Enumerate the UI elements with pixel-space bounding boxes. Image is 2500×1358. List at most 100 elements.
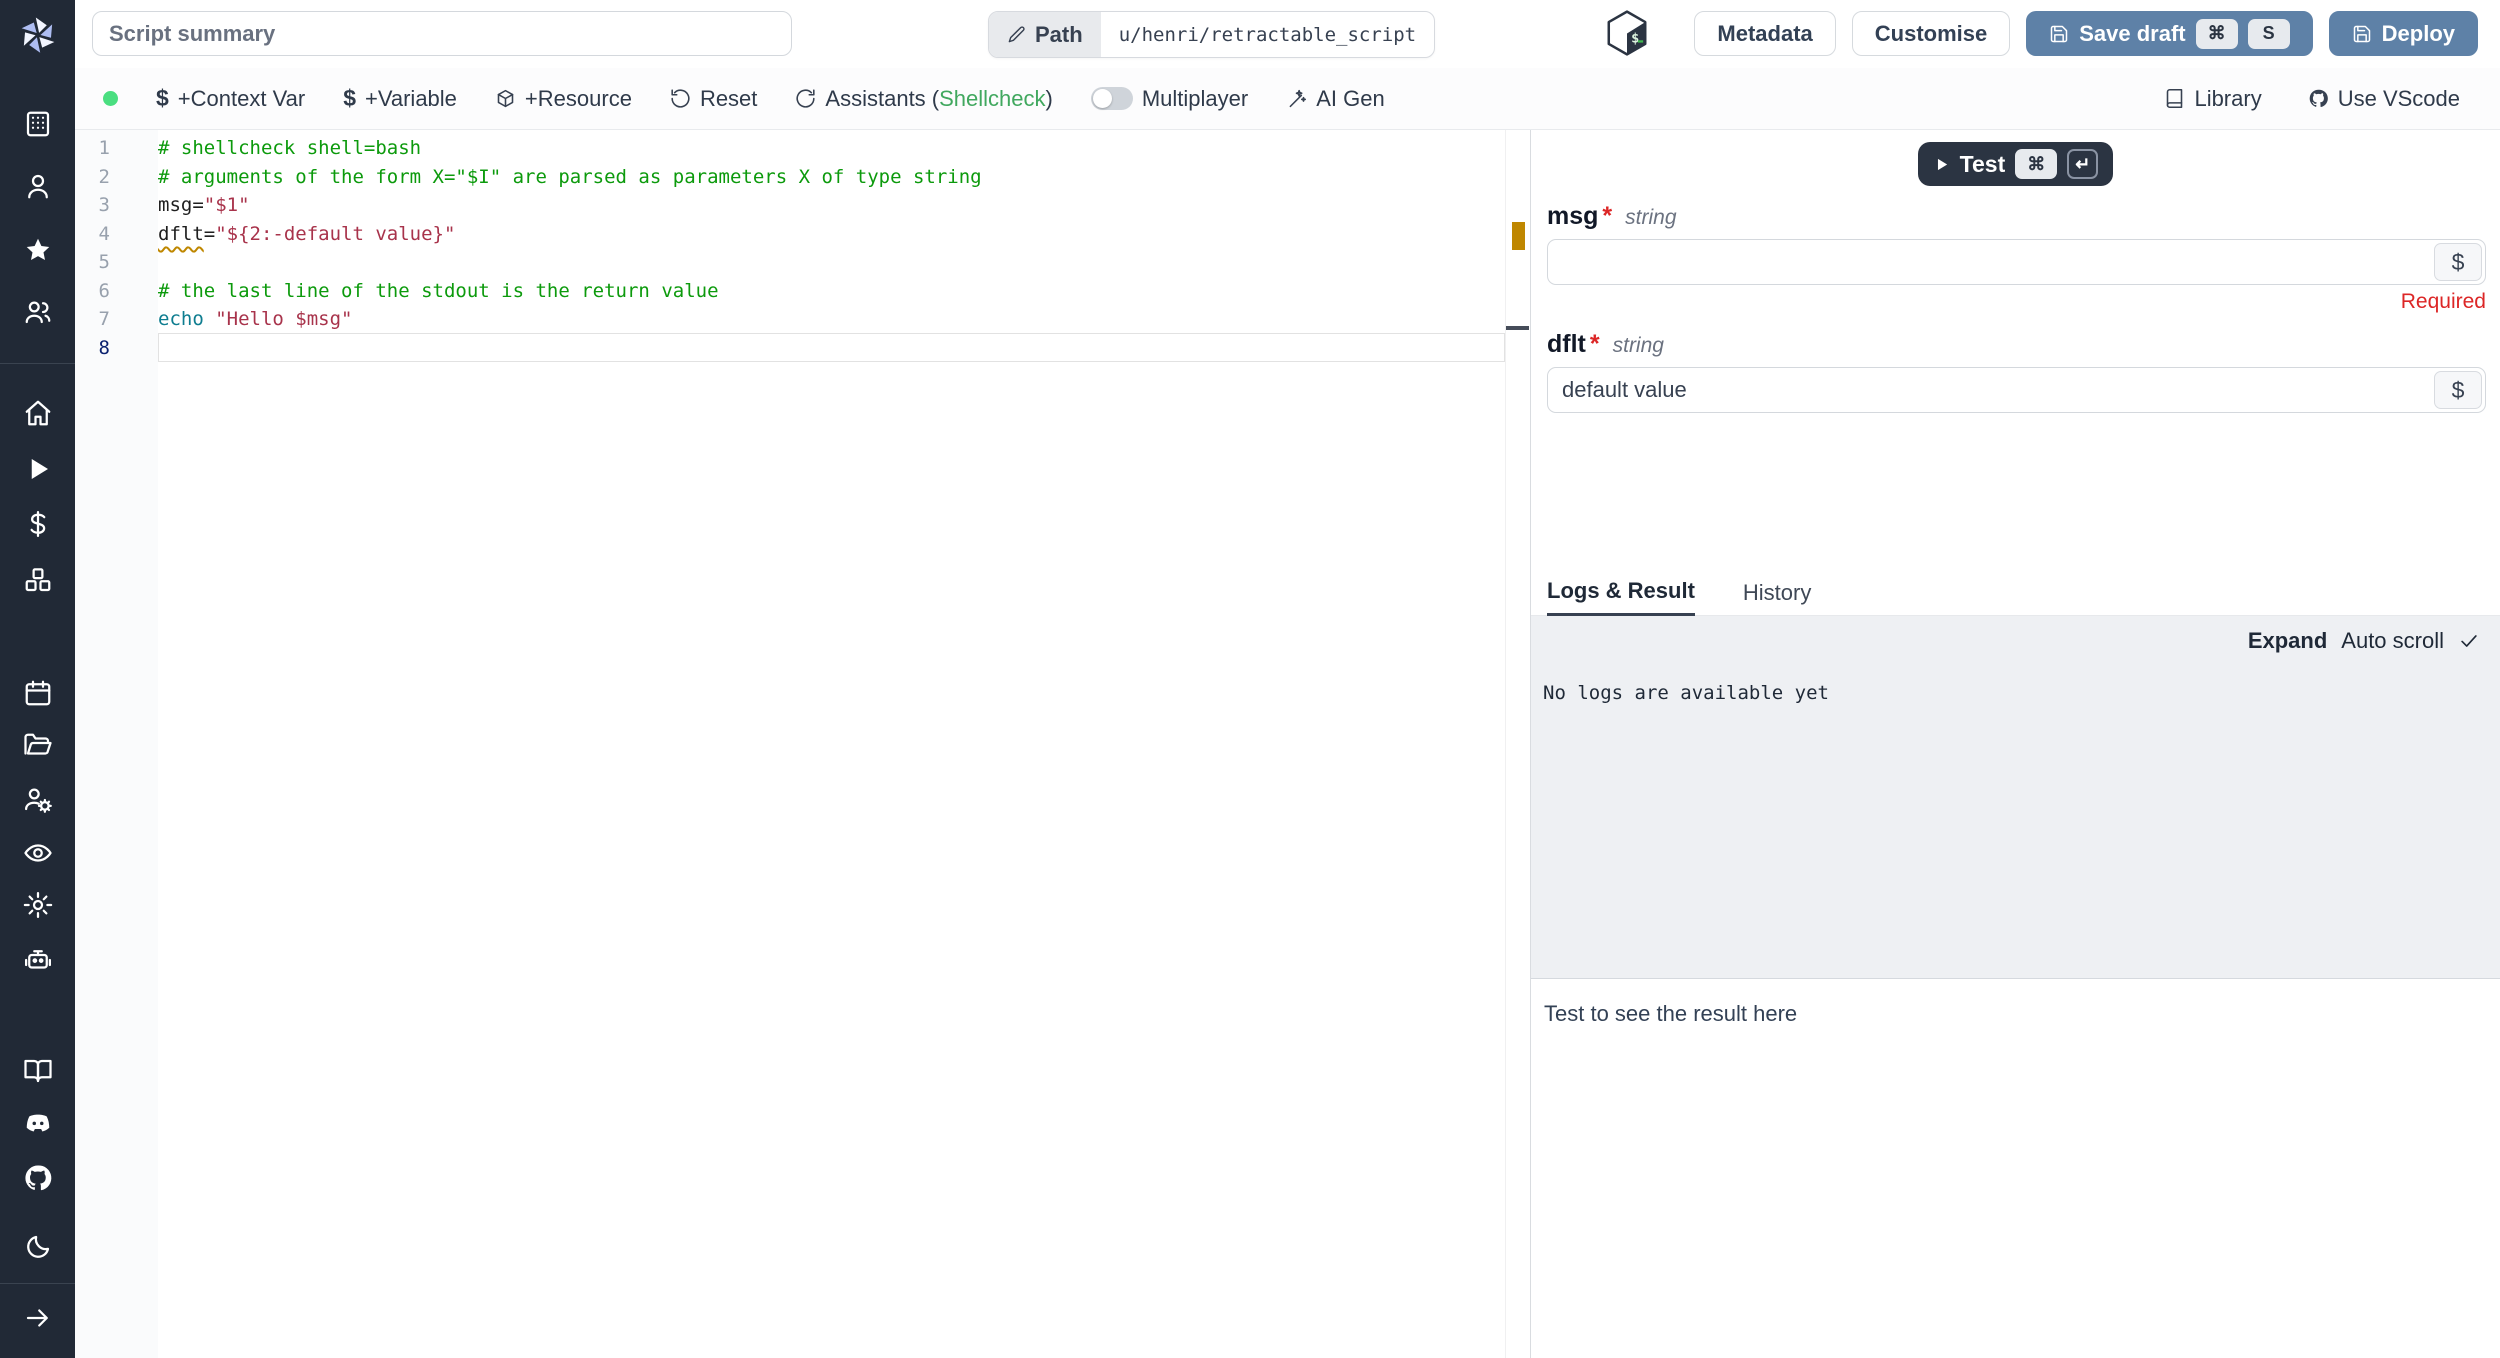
home-icon[interactable] — [23, 398, 53, 428]
code-line[interactable]: 2 # arguments of the form X="$I" are pars… — [75, 163, 1530, 192]
code-line[interactable]: 1 # shellcheck shell=bash — [75, 134, 1530, 163]
add-resource-button[interactable]: +Resource — [495, 86, 632, 112]
argument-field-dflt: dflt* string $ — [1547, 330, 2486, 428]
insert-variable-button[interactable]: $ — [2434, 243, 2482, 281]
github-icon[interactable] — [23, 1163, 53, 1193]
discord-icon[interactable] — [23, 1109, 53, 1139]
code-line[interactable]: 8 — [75, 334, 1530, 363]
use-vscode-button[interactable]: Use VScode — [2308, 86, 2460, 112]
undo-icon — [670, 88, 691, 109]
package-icon — [495, 88, 516, 109]
customise-button[interactable]: Customise — [1851, 11, 2011, 56]
reset-button[interactable]: Reset — [670, 86, 757, 112]
expand-button[interactable]: Expand — [2248, 628, 2327, 654]
autoscroll-label[interactable]: Auto scroll — [2341, 628, 2444, 654]
overview-ruler — [1505, 130, 1506, 1358]
warning-marker — [1512, 222, 1525, 250]
insert-variable-button[interactable]: $ — [2434, 371, 2482, 409]
topbar-actions: Metadata Customise Save draft ⌘ S Deploy — [1694, 11, 2478, 56]
code-line[interactable]: 7 echo "Hello $msg" — [75, 305, 1530, 334]
folder-open-icon[interactable] — [23, 731, 53, 761]
gear-icon[interactable] — [23, 890, 53, 920]
library-button[interactable]: Library — [2164, 86, 2262, 112]
ai-gen-button[interactable]: AI Gen — [1286, 85, 1385, 112]
eye-icon[interactable] — [23, 838, 53, 868]
line-number: 4 — [98, 222, 110, 245]
line-content: # shellcheck shell=bash — [158, 137, 422, 160]
arrow-right-icon[interactable] — [23, 1303, 53, 1333]
assistants-button[interactable]: Assistants (Shellcheck) — [795, 85, 1053, 112]
book-icon — [2164, 88, 2185, 109]
reset-label: Reset — [699, 85, 758, 111]
bot-icon[interactable] — [23, 945, 53, 975]
code-line[interactable]: 4 dflt="${2:-default value}" — [75, 220, 1530, 249]
moon-icon[interactable] — [23, 1232, 53, 1262]
line-number: 5 — [98, 251, 110, 274]
argument-field-msg: msg * string $ Required — [1547, 202, 2486, 314]
status-dot — [103, 91, 118, 106]
code-editor[interactable]: 1 # shellcheck shell=bash 2 # arguments of … — [75, 130, 1530, 1358]
logs-empty-message: No logs are available yet — [1543, 682, 1829, 704]
test-button[interactable]: Test ⌘ ↵ — [1917, 142, 2114, 186]
add-context-var-button[interactable]: $ +Context Var — [156, 85, 305, 112]
users-icon[interactable] — [23, 297, 53, 327]
metadata-button[interactable]: Metadata — [1694, 11, 1836, 56]
boxes-icon[interactable] — [23, 565, 53, 595]
pencil-icon — [1007, 25, 1026, 44]
calendar-icon[interactable] — [23, 678, 53, 708]
user-icon[interactable] — [23, 171, 53, 201]
code-line[interactable]: 3 msg="$1" — [75, 191, 1530, 220]
windmill-script-editor: Path u/henri/retractable_script $ Metada… — [0, 0, 2500, 1358]
dflt-input[interactable] — [1548, 368, 2434, 412]
add-resource-label: +Resource — [524, 85, 632, 111]
refresh-icon — [795, 88, 816, 109]
sidebar-divider — [0, 1283, 75, 1284]
windmill-logo[interactable] — [16, 12, 60, 56]
topbar: Path u/henri/retractable_script $ Metada… — [75, 0, 2500, 69]
use-vscode-label: Use VScode — [2337, 85, 2460, 111]
editor-toolbar: $ +Context Var $ +Variable +Resource Res… — [75, 68, 2500, 130]
dollar-icon: $ — [343, 85, 356, 111]
line-content: dflt="${2:-default value}" — [158, 222, 456, 245]
code-line[interactable]: 5 — [75, 248, 1530, 277]
logs-panel: Expand Auto scroll No logs are available… — [1531, 616, 2500, 978]
line-number: 2 — [98, 165, 110, 188]
summary-input[interactable] — [92, 11, 792, 56]
assistants-label: Assistants (Shellcheck) — [825, 85, 1053, 111]
field-input-group: $ — [1547, 367, 2486, 413]
line-content: # arguments of the form X="$I" are parse… — [158, 165, 982, 188]
path-label: Path — [1035, 21, 1083, 47]
tab-history[interactable]: History — [1743, 580, 1811, 615]
ai-gen-label: AI Gen — [1316, 85, 1385, 111]
s-key-badge: S — [2247, 18, 2290, 49]
panel-tabs: Logs & Result History — [1531, 570, 2500, 616]
cmd-key-badge: ⌘ — [2195, 18, 2238, 49]
play-icon[interactable] — [23, 454, 53, 484]
code-line[interactable]: 6 # the last line of the stdout is the re… — [75, 277, 1530, 306]
dollar-icon[interactable] — [23, 509, 53, 539]
star-icon[interactable] — [23, 235, 53, 265]
magic-wand-icon — [1286, 88, 1307, 109]
book-open-icon[interactable] — [23, 1056, 53, 1086]
add-variable-button[interactable]: $ +Variable — [343, 85, 457, 112]
save-draft-button[interactable]: Save draft ⌘ S — [2026, 11, 2313, 56]
msg-input[interactable] — [1548, 240, 2434, 284]
line-number: 1 — [98, 137, 110, 160]
dollar-icon: $ — [156, 85, 169, 111]
deploy-button[interactable]: Deploy — [2328, 11, 2478, 56]
svg-text:$: $ — [1631, 30, 1639, 46]
multiplayer-toggle-group: Multiplayer — [1090, 86, 1248, 112]
field-name: msg — [1547, 202, 1599, 230]
users-cog-icon[interactable] — [23, 784, 53, 814]
github-icon — [2308, 88, 2329, 109]
shellcheck-link[interactable]: Shellcheck — [939, 86, 1045, 111]
multiplayer-toggle[interactable] — [1090, 87, 1133, 110]
code-content: 1 # shellcheck shell=bash 2 # arguments of … — [75, 134, 1530, 362]
building-icon[interactable] — [23, 109, 53, 139]
tab-logs-result[interactable]: Logs & Result — [1547, 578, 1695, 616]
edit-path-button[interactable]: Path — [989, 12, 1101, 57]
field-required-note — [1547, 418, 2486, 428]
field-label: msg * string — [1547, 202, 2486, 231]
checkmark-icon[interactable] — [2458, 630, 2480, 652]
result-panel: Test to see the result here — [1531, 978, 2500, 1358]
